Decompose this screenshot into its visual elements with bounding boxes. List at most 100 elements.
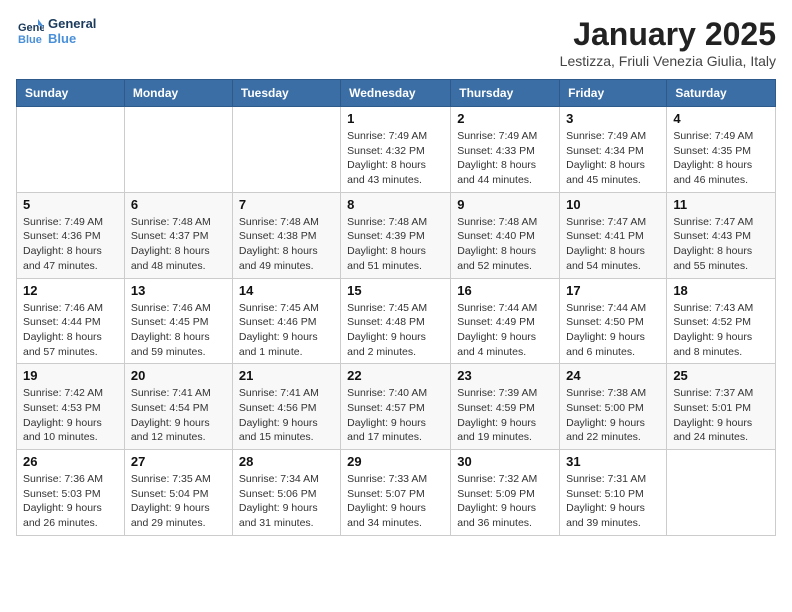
- calendar-cell: 20 Sunrise: 7:41 AM Sunset: 4:54 PM Dayli…: [124, 364, 232, 450]
- calendar-cell: 26 Sunrise: 7:36 AM Sunset: 5:03 PM Dayli…: [17, 450, 125, 536]
- calendar-title: January 2025: [560, 16, 776, 53]
- logo: General Blue General Blue: [16, 16, 96, 46]
- day-info: Sunrise: 7:49 AM Sunset: 4:36 PM Dayligh…: [23, 215, 118, 274]
- day-number: 2: [457, 111, 553, 126]
- day-of-week-header: Friday: [560, 80, 667, 107]
- calendar-cell: 25 Sunrise: 7:37 AM Sunset: 5:01 PM Dayli…: [667, 364, 776, 450]
- day-info: Sunrise: 7:42 AM Sunset: 4:53 PM Dayligh…: [23, 386, 118, 445]
- day-number: 30: [457, 454, 553, 469]
- logo-blue: Blue: [48, 31, 96, 46]
- day-info: Sunrise: 7:49 AM Sunset: 4:32 PM Dayligh…: [347, 129, 444, 188]
- day-number: 27: [131, 454, 226, 469]
- calendar-cell: 3 Sunrise: 7:49 AM Sunset: 4:34 PM Daylig…: [560, 107, 667, 193]
- day-info: Sunrise: 7:48 AM Sunset: 4:38 PM Dayligh…: [239, 215, 334, 274]
- day-number: 10: [566, 197, 660, 212]
- calendar-cell: 24 Sunrise: 7:38 AM Sunset: 5:00 PM Dayli…: [560, 364, 667, 450]
- day-info: Sunrise: 7:31 AM Sunset: 5:10 PM Dayligh…: [566, 472, 660, 531]
- day-number: 1: [347, 111, 444, 126]
- calendar-cell: 21Sunrise: 7:41 AM Sunset: 4:56 PM Dayli…: [232, 364, 340, 450]
- calendar-cell: [232, 107, 340, 193]
- day-info: Sunrise: 7:33 AM Sunset: 5:07 PM Dayligh…: [347, 472, 444, 531]
- day-number: 16: [457, 283, 553, 298]
- day-number: 24: [566, 368, 660, 383]
- calendar-cell: 23 Sunrise: 7:39 AM Sunset: 4:59 PM Dayli…: [451, 364, 560, 450]
- day-info: Sunrise: 7:45 AM Sunset: 4:46 PM Dayligh…: [239, 301, 334, 360]
- calendar-cell: 10 Sunrise: 7:47 AM Sunset: 4:41 PM Dayli…: [560, 192, 667, 278]
- day-number: 14: [239, 283, 334, 298]
- day-info: Sunrise: 7:38 AM Sunset: 5:00 PM Dayligh…: [566, 386, 660, 445]
- calendar-cell: 16Sunrise: 7:44 AM Sunset: 4:49 PM Dayli…: [451, 278, 560, 364]
- day-info: Sunrise: 7:32 AM Sunset: 5:09 PM Dayligh…: [457, 472, 553, 531]
- day-info: Sunrise: 7:40 AM Sunset: 4:57 PM Dayligh…: [347, 386, 444, 445]
- day-number: 31: [566, 454, 660, 469]
- calendar-cell: 22Sunrise: 7:40 AM Sunset: 4:57 PM Dayli…: [341, 364, 451, 450]
- day-number: 6: [131, 197, 226, 212]
- day-number: 20: [131, 368, 226, 383]
- day-number: 5: [23, 197, 118, 212]
- day-info: Sunrise: 7:48 AM Sunset: 4:37 PM Dayligh…: [131, 215, 226, 274]
- title-area: January 2025 Lestizza, Friuli Venezia Gi…: [560, 16, 776, 69]
- calendar-cell: 19 Sunrise: 7:42 AM Sunset: 4:53 PM Dayli…: [17, 364, 125, 450]
- day-info: Sunrise: 7:44 AM Sunset: 4:50 PM Dayligh…: [566, 301, 660, 360]
- day-info: Sunrise: 7:49 AM Sunset: 4:34 PM Dayligh…: [566, 129, 660, 188]
- calendar-cell: 29 Sunrise: 7:33 AM Sunset: 5:07 PM Dayli…: [341, 450, 451, 536]
- day-number: 21: [239, 368, 334, 383]
- day-of-week-header: Tuesday: [232, 80, 340, 107]
- calendar-table: SundayMondayTuesdayWednesdayThursdayFrid…: [16, 79, 776, 536]
- day-info: Sunrise: 7:34 AM Sunset: 5:06 PM Dayligh…: [239, 472, 334, 531]
- calendar-cell: 9Sunrise: 7:48 AM Sunset: 4:40 PM Daylig…: [451, 192, 560, 278]
- calendar-cell: 7 Sunrise: 7:48 AM Sunset: 4:38 PM Daylig…: [232, 192, 340, 278]
- day-number: 3: [566, 111, 660, 126]
- day-number: 4: [673, 111, 769, 126]
- day-number: 26: [23, 454, 118, 469]
- day-number: 18: [673, 283, 769, 298]
- day-number: 17: [566, 283, 660, 298]
- day-info: Sunrise: 7:43 AM Sunset: 4:52 PM Dayligh…: [673, 301, 769, 360]
- calendar-cell: 31 Sunrise: 7:31 AM Sunset: 5:10 PM Dayli…: [560, 450, 667, 536]
- day-info: Sunrise: 7:47 AM Sunset: 4:43 PM Dayligh…: [673, 215, 769, 274]
- day-number: 29: [347, 454, 444, 469]
- calendar-week-row: 1 Sunrise: 7:49 AM Sunset: 4:32 PM Daylig…: [17, 107, 776, 193]
- calendar-week-row: 12 Sunrise: 7:46 AM Sunset: 4:44 PM Dayli…: [17, 278, 776, 364]
- day-info: Sunrise: 7:47 AM Sunset: 4:41 PM Dayligh…: [566, 215, 660, 274]
- calendar-cell: 18 Sunrise: 7:43 AM Sunset: 4:52 PM Dayli…: [667, 278, 776, 364]
- calendar-cell: 11Sunrise: 7:47 AM Sunset: 4:43 PM Dayli…: [667, 192, 776, 278]
- day-of-week-header: Monday: [124, 80, 232, 107]
- day-of-week-header: Saturday: [667, 80, 776, 107]
- calendar-cell: 28 Sunrise: 7:34 AM Sunset: 5:06 PM Dayli…: [232, 450, 340, 536]
- day-info: Sunrise: 7:35 AM Sunset: 5:04 PM Dayligh…: [131, 472, 226, 531]
- calendar-week-row: 19 Sunrise: 7:42 AM Sunset: 4:53 PM Dayli…: [17, 364, 776, 450]
- day-info: Sunrise: 7:36 AM Sunset: 5:03 PM Dayligh…: [23, 472, 118, 531]
- day-info: Sunrise: 7:37 AM Sunset: 5:01 PM Dayligh…: [673, 386, 769, 445]
- logo-general: General: [48, 16, 96, 31]
- calendar-cell: 5 Sunrise: 7:49 AM Sunset: 4:36 PM Daylig…: [17, 192, 125, 278]
- day-number: 28: [239, 454, 334, 469]
- svg-text:Blue: Blue: [18, 34, 42, 45]
- day-number: 23: [457, 368, 553, 383]
- calendar-cell: 27 Sunrise: 7:35 AM Sunset: 5:04 PM Dayli…: [124, 450, 232, 536]
- day-info: Sunrise: 7:45 AM Sunset: 4:48 PM Dayligh…: [347, 301, 444, 360]
- calendar-cell: 2Sunrise: 7:49 AM Sunset: 4:33 PM Daylig…: [451, 107, 560, 193]
- calendar-cell: 4 Sunrise: 7:49 AM Sunset: 4:35 PM Daylig…: [667, 107, 776, 193]
- day-number: 25: [673, 368, 769, 383]
- calendar-cell: 13 Sunrise: 7:46 AM Sunset: 4:45 PM Dayli…: [124, 278, 232, 364]
- logo-icon: General Blue: [16, 17, 44, 45]
- day-info: Sunrise: 7:49 AM Sunset: 4:35 PM Dayligh…: [673, 129, 769, 188]
- calendar-cell: [17, 107, 125, 193]
- day-number: 13: [131, 283, 226, 298]
- day-info: Sunrise: 7:41 AM Sunset: 4:54 PM Dayligh…: [131, 386, 226, 445]
- day-number: 12: [23, 283, 118, 298]
- calendar-cell: 6 Sunrise: 7:48 AM Sunset: 4:37 PM Daylig…: [124, 192, 232, 278]
- calendar-cell: 15Sunrise: 7:45 AM Sunset: 4:48 PM Dayli…: [341, 278, 451, 364]
- calendar-cell: [124, 107, 232, 193]
- day-number: 7: [239, 197, 334, 212]
- calendar-cell: 8 Sunrise: 7:48 AM Sunset: 4:39 PM Daylig…: [341, 192, 451, 278]
- day-number: 9: [457, 197, 553, 212]
- day-info: Sunrise: 7:39 AM Sunset: 4:59 PM Dayligh…: [457, 386, 553, 445]
- day-info: Sunrise: 7:48 AM Sunset: 4:39 PM Dayligh…: [347, 215, 444, 274]
- day-info: Sunrise: 7:46 AM Sunset: 4:45 PM Dayligh…: [131, 301, 226, 360]
- day-number: 8: [347, 197, 444, 212]
- calendar-cell: [667, 450, 776, 536]
- day-info: Sunrise: 7:46 AM Sunset: 4:44 PM Dayligh…: [23, 301, 118, 360]
- day-number: 19: [23, 368, 118, 383]
